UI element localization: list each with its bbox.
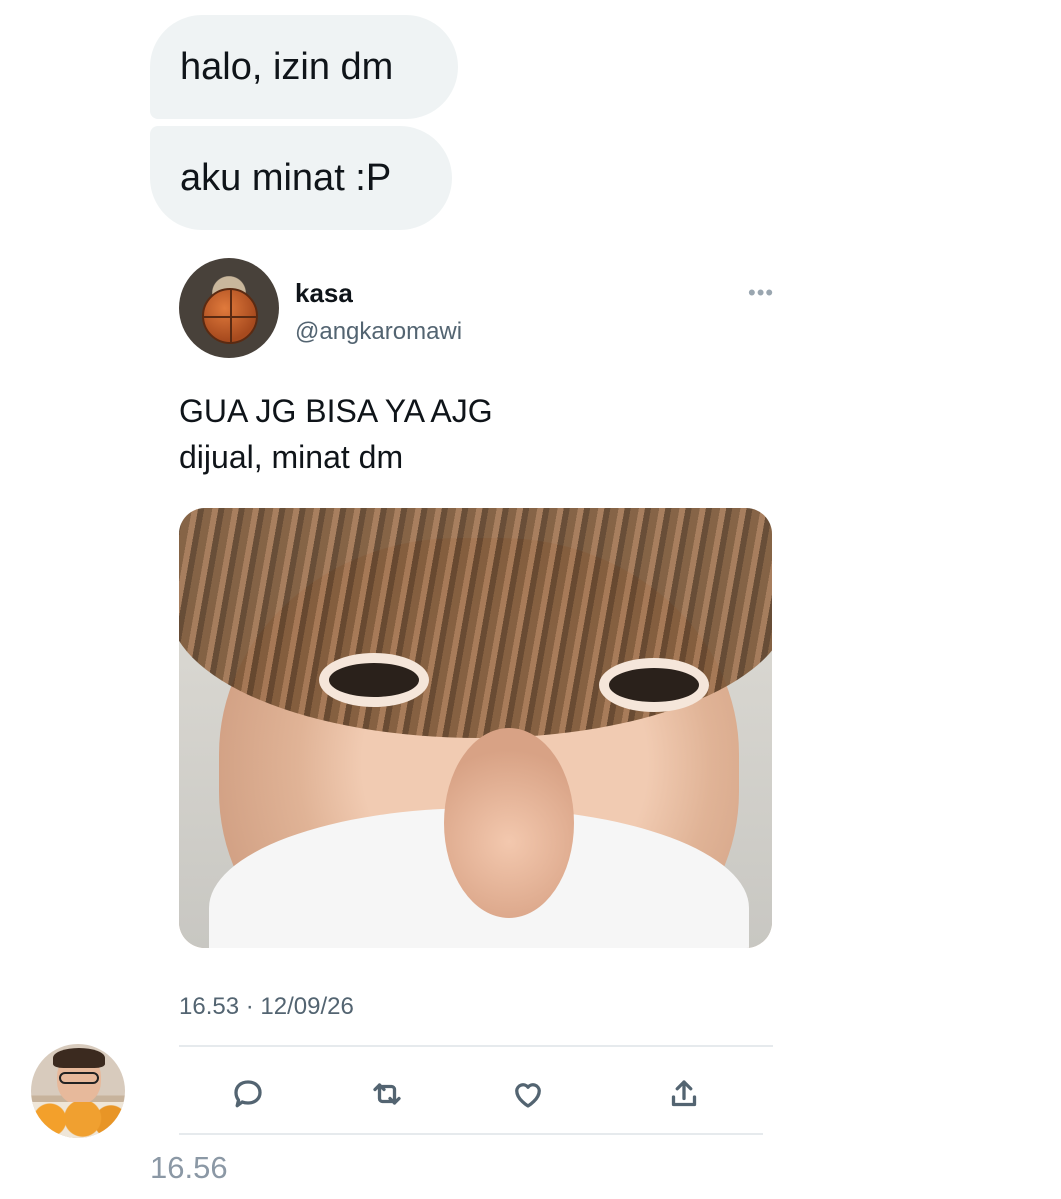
glasses-icon bbox=[59, 1072, 99, 1084]
photo-eye-left bbox=[329, 663, 419, 697]
message-bubble[interactable]: halo, izin dm bbox=[150, 15, 458, 119]
tweet-text-line: dijual, minat dm bbox=[179, 439, 404, 475]
tweet-photo[interactable] bbox=[179, 508, 772, 948]
message-text: aku minat :P bbox=[180, 157, 392, 199]
tweet-author-handle[interactable]: @angkaromawi bbox=[295, 318, 462, 346]
tweet-author-name[interactable]: kasa bbox=[295, 278, 353, 309]
shared-tweet-card[interactable]: kasa @angkaromawi ••• GUA JG BISA YA AJG… bbox=[150, 240, 790, 1150]
message-text: halo, izin dm bbox=[180, 46, 394, 88]
ellipsis-icon[interactable]: ••• bbox=[748, 280, 774, 306]
divider bbox=[179, 1133, 763, 1135]
tweet-text: GUA JG BISA YA AJG dijual, minat dm bbox=[179, 388, 493, 480]
message-bubble[interactable]: aku minat :P bbox=[150, 126, 452, 230]
tweet-text-line: GUA JG BISA YA AJG bbox=[179, 393, 493, 429]
basketball-image bbox=[202, 288, 258, 344]
photo-nose bbox=[444, 728, 574, 918]
photo-eye-right bbox=[609, 668, 699, 702]
sender-avatar[interactable] bbox=[31, 1044, 125, 1138]
divider bbox=[179, 1045, 773, 1047]
message-timestamp: 16.56 bbox=[150, 1150, 228, 1185]
reply-icon[interactable] bbox=[230, 1076, 266, 1112]
food-image bbox=[31, 1102, 125, 1138]
retweet-icon[interactable] bbox=[369, 1076, 405, 1112]
tweet-author-avatar[interactable] bbox=[179, 258, 279, 358]
sender-hair bbox=[53, 1048, 105, 1068]
photo-hair bbox=[179, 508, 772, 738]
like-icon[interactable] bbox=[510, 1076, 546, 1112]
tweet-timestamp[interactable]: 16.53 · 12/09/26 bbox=[179, 993, 354, 1021]
share-icon[interactable] bbox=[666, 1076, 702, 1112]
